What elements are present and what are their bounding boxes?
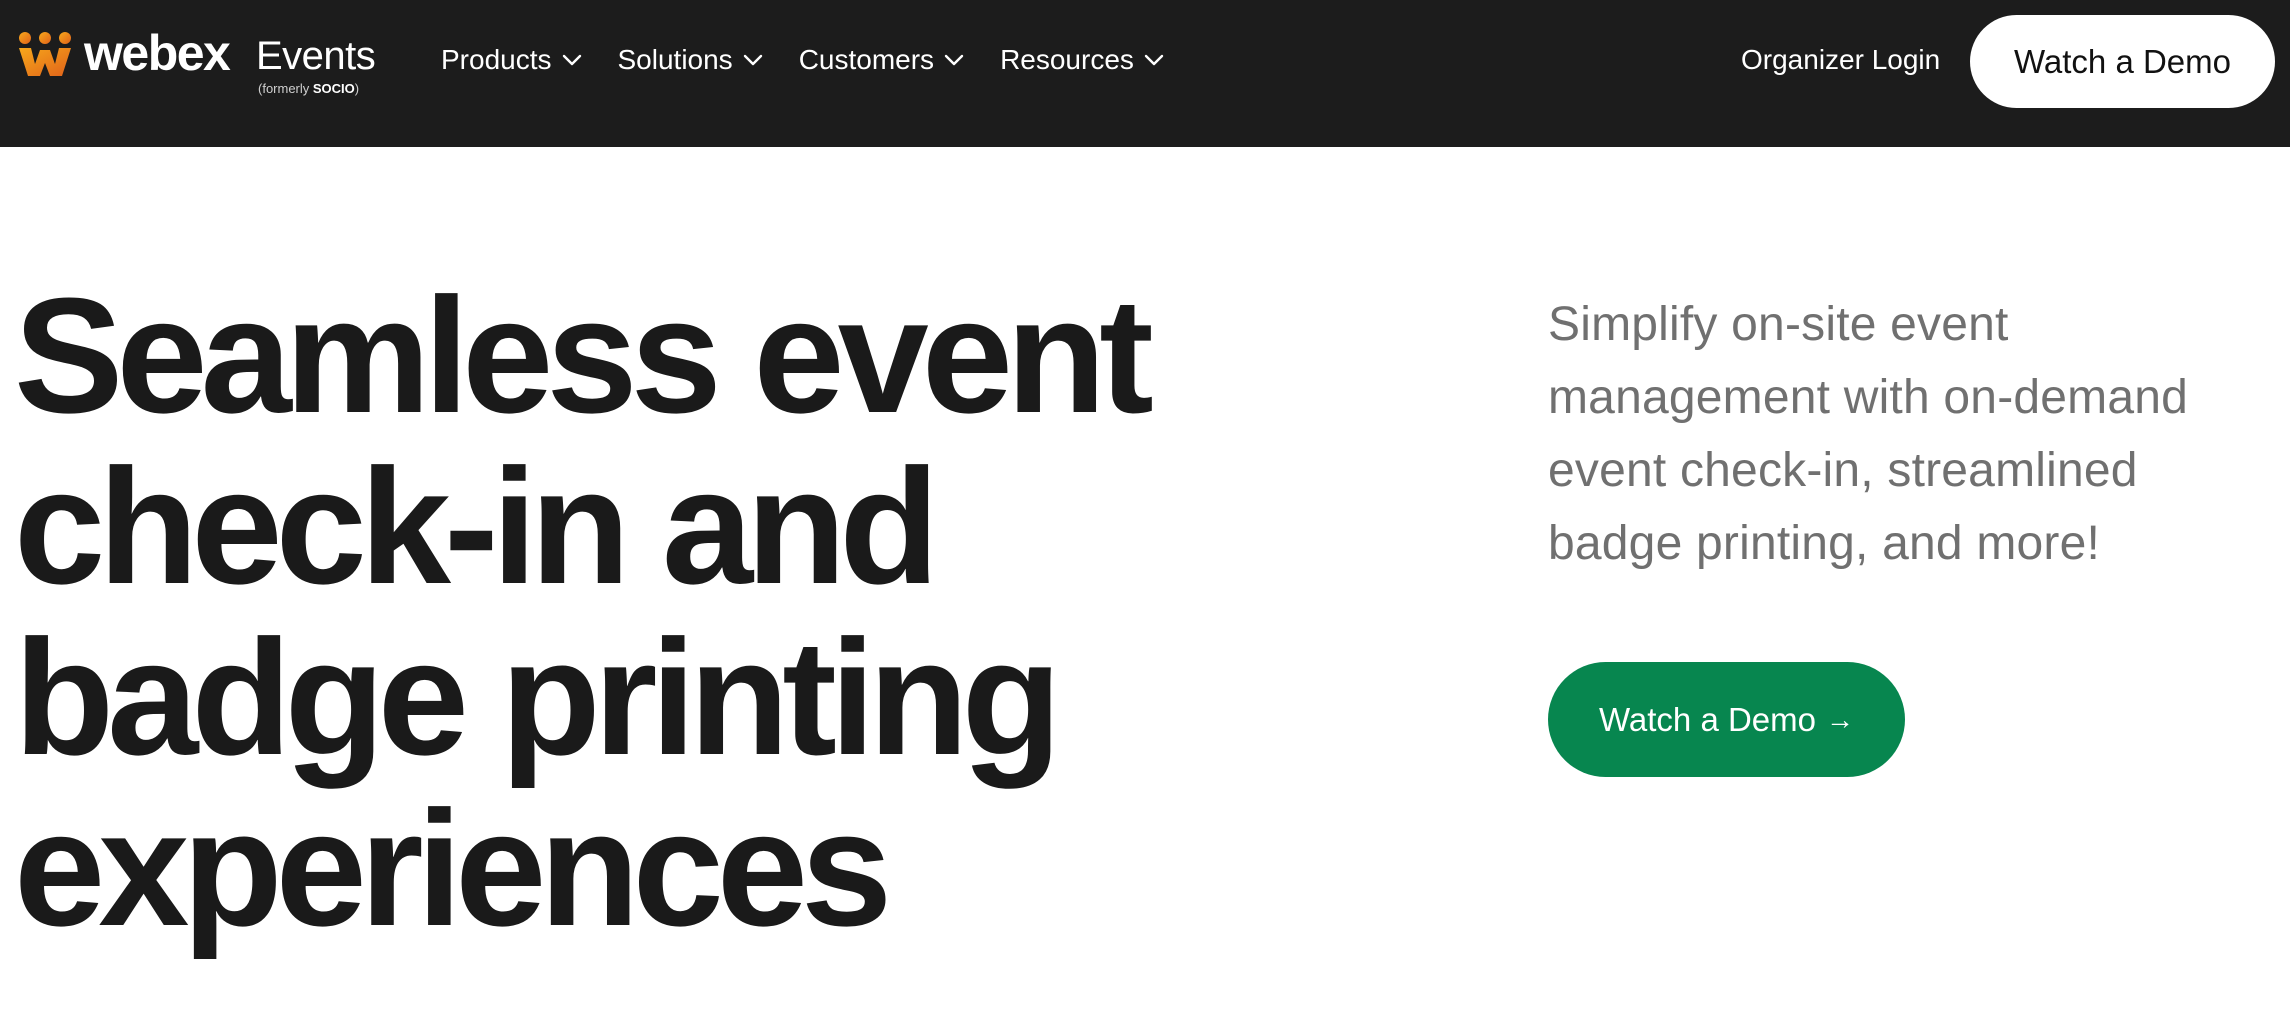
header-watch-demo-button[interactable]: Watch a Demo (1970, 15, 2275, 108)
hero-title: Seamless event check-in and badge printi… (14, 270, 1334, 954)
nav-item-products[interactable]: Products (441, 38, 582, 82)
logo-formerly-note: (formerly SOCIO) (258, 81, 360, 96)
hero-cta-label: Watch a Demo (1598, 700, 1816, 738)
nav-item-label: Products (441, 44, 552, 75)
webex-logo-icon (19, 32, 71, 76)
nav-item-label: Solutions (617, 44, 733, 75)
nav-item-resources[interactable]: Resources (1000, 38, 1164, 82)
site-header: webex Events (formerly SOCIO) Products S… (0, 0, 2290, 147)
webex-events-logo[interactable]: webex Events (formerly SOCIO) (16, 22, 376, 102)
chevron-down-icon (743, 54, 762, 66)
logo-product-name: Events (256, 34, 376, 78)
hero-title-line: badge printing (14, 606, 1062, 789)
main-nav: Products Solutions Customers Resources (441, 38, 1164, 82)
nav-item-label: Resources (1000, 44, 1134, 75)
logo-formerly-brand: SOCIO (312, 81, 355, 96)
chevron-down-icon (944, 54, 964, 66)
hero-subtitle: Simplify on-site event management with o… (1548, 298, 2189, 570)
chevron-down-icon (1144, 54, 1164, 66)
nav-item-solutions[interactable]: Solutions (618, 38, 763, 82)
organizer-login-link[interactable]: Organizer Login (1741, 38, 1940, 82)
logo-wordmark: webex (84, 25, 231, 81)
arrow-right-icon: → (1826, 703, 1854, 735)
hero-title-line: Seamless event (14, 264, 1154, 447)
nav-item-label: Customers (798, 44, 935, 75)
nav-item-customers[interactable]: Customers (799, 38, 964, 82)
hero-watch-demo-button[interactable]: Watch a Demo → (1548, 662, 1905, 777)
chevron-down-icon (562, 54, 581, 66)
hero-title-line: check-in and (14, 435, 940, 618)
hero-title-line: experiences (14, 777, 892, 960)
